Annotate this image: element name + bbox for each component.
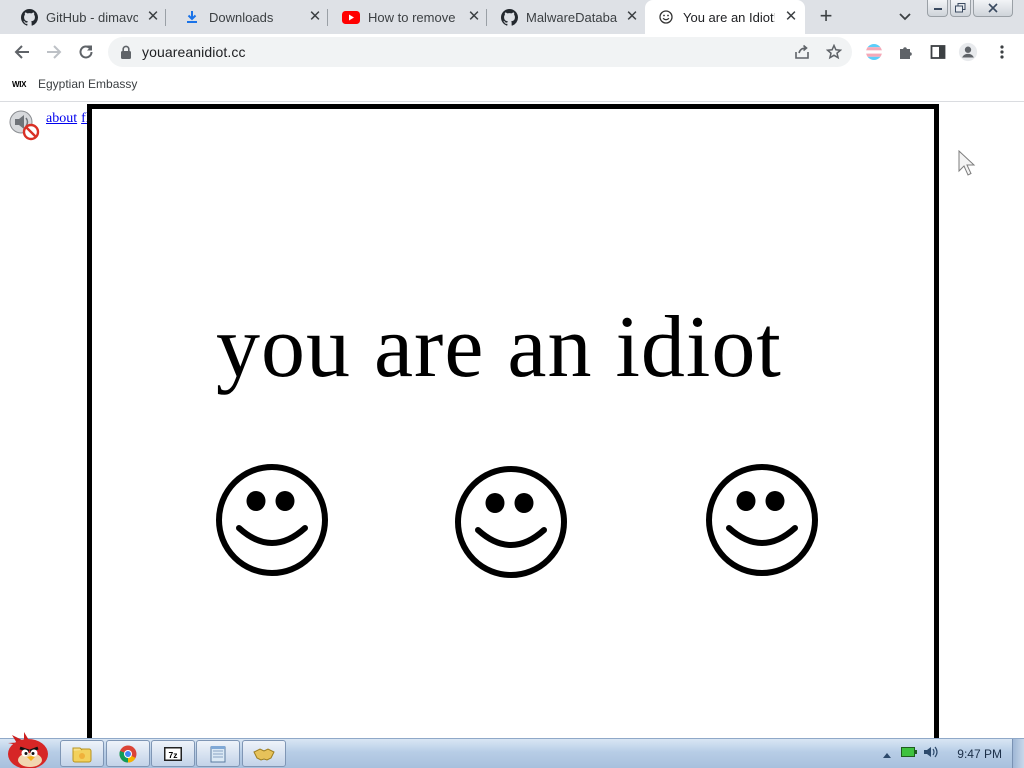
angry-bird-start-icon[interactable] bbox=[4, 729, 52, 768]
taskbar-notepad-button[interactable] bbox=[196, 740, 240, 767]
battery-icon[interactable] bbox=[901, 745, 918, 763]
tab-title: Downloads bbox=[209, 9, 274, 25]
reload-icon bbox=[79, 45, 93, 59]
forward-arrow-icon bbox=[47, 45, 62, 59]
new-tab-button[interactable]: + bbox=[814, 5, 838, 29]
back-arrow-icon bbox=[14, 45, 29, 59]
back-button[interactable] bbox=[10, 40, 34, 64]
page-content: aboutflash you are an idiot bbox=[0, 103, 1024, 738]
notepad-icon bbox=[210, 745, 226, 762]
taskbar-chrome-button[interactable] bbox=[106, 740, 150, 767]
tab-title: GitHub - dimavc bbox=[46, 9, 138, 25]
taskbar-handshake-button[interactable] bbox=[242, 740, 286, 767]
folder-icon bbox=[72, 747, 92, 762]
flash-embed-frame[interactable]: you are an idiot bbox=[87, 104, 939, 738]
restore-button[interactable] bbox=[950, 0, 971, 17]
handshake-icon bbox=[253, 747, 275, 761]
tab-you-are-an-idiot[interactable]: You are an Idiot! ✕ bbox=[645, 0, 805, 34]
forward-button[interactable] bbox=[42, 40, 66, 64]
tab-downloads[interactable]: Downloads ✕ bbox=[163, 0, 328, 34]
chrome-icon bbox=[119, 745, 137, 762]
window-controls bbox=[927, 0, 1013, 18]
minimize-button[interactable] bbox=[927, 0, 948, 17]
wix-icon: WIX bbox=[12, 79, 27, 89]
menu-kebab-icon[interactable] bbox=[992, 42, 1012, 62]
smiley-face-icon bbox=[452, 463, 570, 581]
clock[interactable]: 9:47 PM bbox=[957, 747, 1002, 761]
taskbar: 7z 9:47 PM bbox=[0, 732, 1024, 768]
download-icon bbox=[183, 8, 201, 26]
system-tray: 9:47 PM bbox=[883, 739, 1024, 768]
address-bar[interactable]: youareanidiot.cc bbox=[108, 37, 852, 67]
github-icon bbox=[500, 8, 518, 26]
taskbar-explorer-button[interactable] bbox=[60, 740, 104, 767]
bookmark-label: Egyptian Embassy bbox=[38, 77, 138, 91]
tab-close-icon[interactable]: ✕ bbox=[307, 9, 323, 25]
smiley-face-icon bbox=[703, 461, 821, 579]
smiley-face-icon bbox=[213, 461, 331, 579]
tab-close-icon[interactable]: ✕ bbox=[145, 9, 161, 25]
lock-icon[interactable] bbox=[120, 45, 134, 59]
bookmarks-bar: WIX Egyptian Embassy bbox=[0, 70, 1024, 102]
share-icon[interactable] bbox=[792, 42, 812, 62]
tab-strip: GitHub - dimavc ✕ Downloads ✕ How to rem… bbox=[0, 0, 1024, 34]
tab-close-icon[interactable]: ✕ bbox=[624, 9, 640, 25]
bookmark-egyptian-embassy[interactable]: WIX Egyptian Embassy bbox=[12, 77, 137, 91]
tab-title: You are an Idiot! bbox=[683, 9, 775, 25]
7zip-icon: 7z bbox=[164, 746, 182, 761]
show-desktop-button[interactable] bbox=[1012, 739, 1024, 768]
muted-speaker-icon[interactable] bbox=[8, 109, 40, 141]
tab-github-dimavc[interactable]: GitHub - dimavc ✕ bbox=[0, 0, 166, 34]
github-icon bbox=[20, 8, 38, 26]
tray-expand-icon[interactable] bbox=[883, 745, 892, 763]
mouse-cursor-icon bbox=[958, 149, 976, 176]
bookmark-star-icon[interactable] bbox=[824, 42, 844, 62]
browser-toolbar: youareanidiot.cc bbox=[0, 34, 1024, 70]
tab-malwaredatabase[interactable]: MalwareDataba ✕ bbox=[480, 0, 644, 34]
tab-title: How to remove bbox=[368, 9, 456, 25]
extension-trans-flag-icon[interactable] bbox=[864, 42, 884, 62]
about-link[interactable]: about bbox=[46, 111, 77, 126]
tab-search-chevron-icon[interactable] bbox=[895, 8, 915, 26]
smiley-icon bbox=[657, 8, 675, 26]
tab-close-icon[interactable]: ✕ bbox=[783, 9, 799, 25]
svg-text:7z: 7z bbox=[169, 750, 178, 760]
headline-text: you are an idiot bbox=[216, 299, 782, 396]
youtube-icon bbox=[342, 8, 360, 26]
extensions-puzzle-icon[interactable] bbox=[896, 42, 916, 62]
volume-icon[interactable] bbox=[923, 745, 939, 764]
profile-avatar-icon[interactable] bbox=[958, 42, 978, 62]
tab-youtube[interactable]: How to remove ✕ bbox=[322, 0, 487, 34]
side-panel-icon[interactable] bbox=[928, 42, 948, 62]
screen: GitHub - dimavc ✕ Downloads ✕ How to rem… bbox=[0, 0, 1024, 768]
taskbar-7zip-button[interactable]: 7z bbox=[151, 740, 195, 767]
url-text: youareanidiot.cc bbox=[142, 44, 246, 60]
reload-button[interactable] bbox=[74, 40, 98, 64]
close-window-button[interactable] bbox=[973, 0, 1013, 17]
tab-title: MalwareDataba bbox=[526, 9, 618, 25]
